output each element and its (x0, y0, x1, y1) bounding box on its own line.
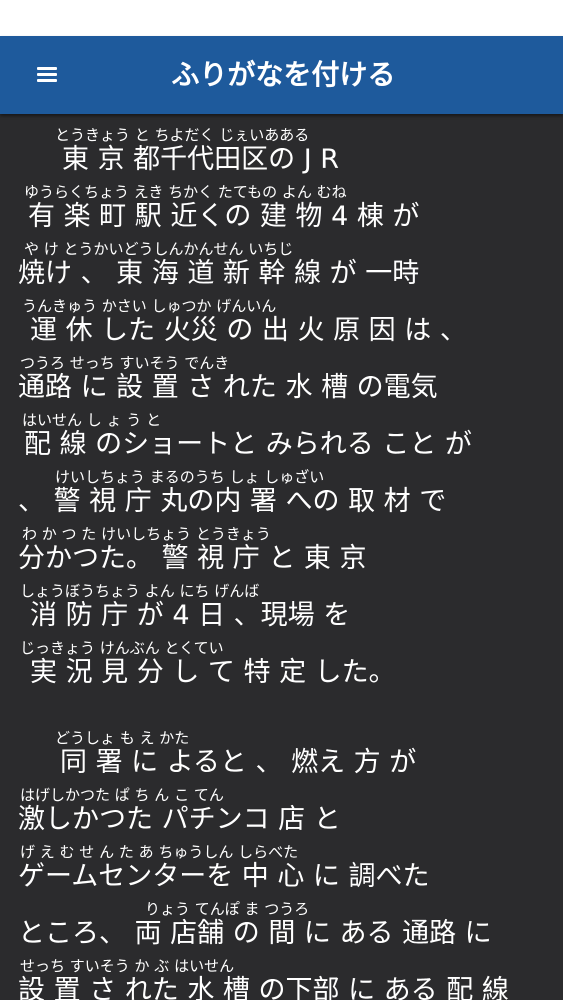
furigana-reading: げ え む せ ん た あ ちゅうしん しらべた (20, 843, 299, 861)
line-text: 分かつた。 警 視 庁 と 東 京 (18, 543, 367, 574)
furigana-reading: けいしちょう まるのうち しょ しゅざい (55, 468, 325, 486)
line-text: ゲームセンターを 中 心 に 調べた (18, 861, 430, 892)
line-text: 東 京 都千代田区の J R (62, 144, 340, 175)
furigana-reading: はげしかつた ぱ ち ん こ てん (20, 786, 224, 804)
line-text: 消 防 庁 が 4 日 、現場 を (30, 600, 351, 631)
line-text: 実 況 見 分 し て 特 定 した。 (30, 657, 396, 688)
line-text: ところ、 両 店舗 の 間 に ある 通路 に (18, 918, 492, 949)
furigana-reading: わ か つ た けいしちょう とうきょう (22, 525, 271, 543)
line-text: 運 休 した 火災 の 出 火 原 因 は 、 (30, 315, 467, 346)
line-text: 設 置 さ れた 水 槽 の下部 に ある 配 線 (18, 975, 509, 1000)
furigana-reading: つうろ せっち すいそう でんき (20, 354, 230, 372)
line-text: 配 線 のショートと みられる こと が (24, 429, 472, 460)
app-title: ふりがなを付ける (171, 58, 396, 91)
furigana-reading: や け とうかいどうしんかんせん いちじ (24, 240, 294, 258)
app-bar: ふりがなを付ける (0, 36, 563, 114)
furigana-article: とうきょう と ちよだく じぇいあある 東 京 都千代田区の J R ゆうらくち… (0, 114, 563, 1000)
furigana-reading: しょうぼうちょう よん にち げんば (20, 582, 260, 600)
furigana-reading: とうきょう と ちよだく じぇいあある (55, 126, 310, 144)
furigana-reading: はいせん し ょ う と (22, 411, 162, 429)
line-text: 有 楽 町 駅 近くの 建 物 4 棟 が (28, 201, 420, 232)
line-text: 通路 に 設 置 さ れた 水 槽 の電気 (18, 372, 438, 403)
status-bar (0, 0, 563, 36)
line-text: 焼け 、 東 海 道 新 幹 線 が 一時 (18, 258, 420, 289)
furigana-reading: ゆうらくちょう えき ちかく たてもの よん むね (24, 183, 347, 201)
line-text: 、 警 視 庁 丸の内 署 への 取 材 で (18, 486, 447, 517)
furigana-reading: じっきょう けんぶん とくてい (20, 639, 224, 657)
furigana-reading: りょう てんぽ ま つうろ (145, 900, 310, 918)
furigana-reading: どうしょ も え かた (55, 729, 190, 747)
furigana-reading: うんきゅう かさい しゅつか げんいん (22, 297, 277, 315)
furigana-reading: せっち すいそう か ぶ はいせん (20, 957, 235, 975)
line-text: 激しかつた パチンコ 店 と (18, 804, 341, 835)
line-text: 同 署 に よると 、 燃え 方 が (60, 747, 417, 778)
